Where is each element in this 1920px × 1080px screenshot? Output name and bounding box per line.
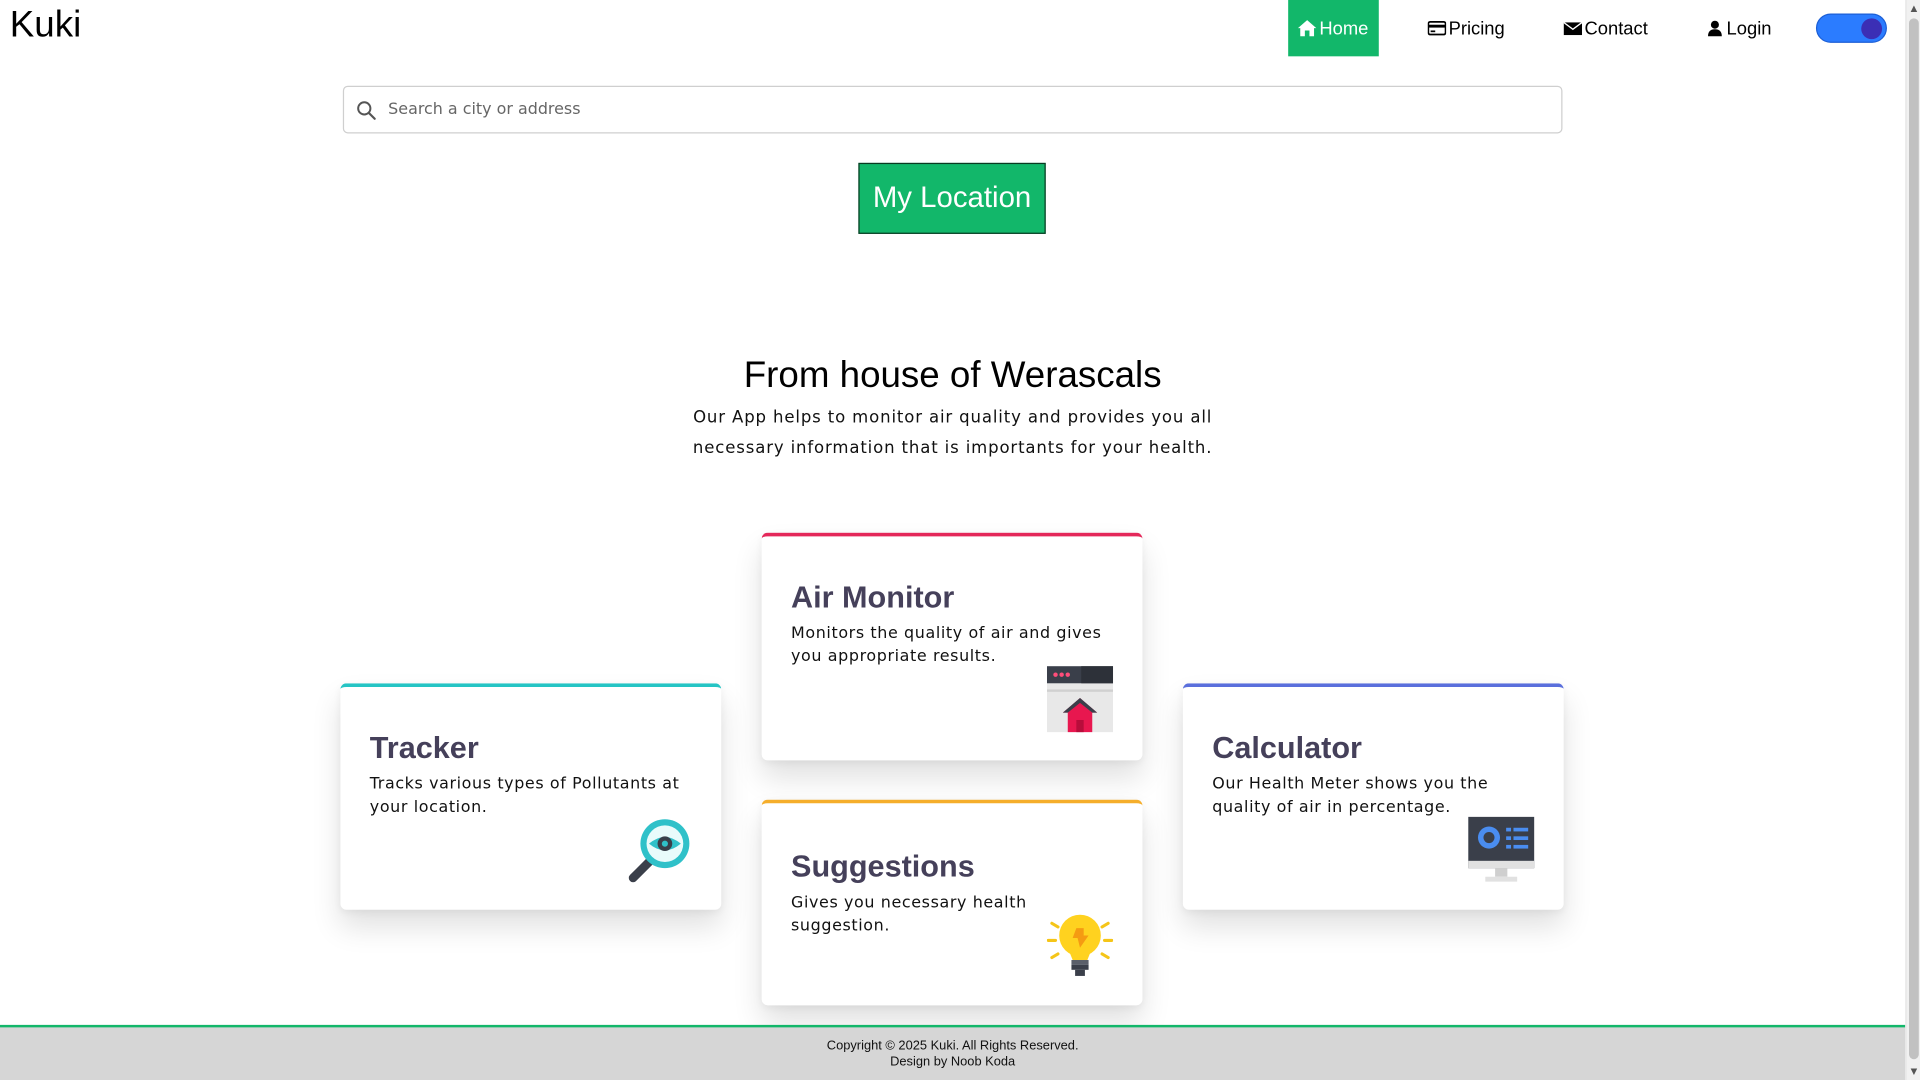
nav-contact-label: Contact xyxy=(1584,17,1648,39)
card-description: Monitors the quality of air and gives yo… xyxy=(791,624,1102,667)
card-title: Calculator xyxy=(1212,731,1362,766)
house-window-icon xyxy=(1046,666,1114,733)
scroll-down-arrow-icon[interactable]: ▼ xyxy=(1907,1063,1920,1080)
card-description: Our Health Meter shows you the quality o… xyxy=(1212,775,1489,817)
monitor-dashboard-icon xyxy=(1468,816,1535,882)
brand-logo[interactable]: Kuki xyxy=(10,5,81,47)
envelope-icon xyxy=(1563,21,1583,36)
nav-login[interactable]: Login xyxy=(1706,0,1772,56)
toggle-knob xyxy=(1861,18,1883,40)
app-stage: Kuki Home Pricing Contact Login My Locat… xyxy=(0,0,1920,1080)
card-description: Tracks various types of Pollutants at yo… xyxy=(369,775,680,817)
theme-toggle[interactable] xyxy=(1815,13,1887,43)
hero-description: Our App helps to monitor air quality and… xyxy=(692,407,1213,458)
footer-credit: Design by Noob Koda xyxy=(890,1054,1016,1069)
card-tracker[interactable]: Tracker Tracks various types of Pollutan… xyxy=(340,683,722,910)
page: Kuki Home Pricing Contact Login My Locat… xyxy=(0,0,1906,1080)
nav-home-label: Home xyxy=(1319,17,1369,39)
credit-card-icon xyxy=(1427,20,1447,36)
scroll-up-arrow-icon[interactable]: ▲ xyxy=(1907,0,1920,17)
magnifier-eye-icon xyxy=(628,819,690,883)
search-icon xyxy=(357,100,376,120)
nav-login-label: Login xyxy=(1726,17,1772,39)
lightbulb-icon xyxy=(1046,914,1114,976)
user-icon xyxy=(1708,20,1722,37)
nav-pricing-label: Pricing xyxy=(1448,17,1505,39)
nav-home[interactable]: Home xyxy=(1288,0,1379,57)
nav-pricing[interactable]: Pricing xyxy=(1427,0,1505,56)
card-title: Air Monitor xyxy=(791,580,955,615)
card-air-monitor[interactable]: Air Monitor Monitors the quality of air … xyxy=(761,532,1143,761)
vertical-scrollbar[interactable]: ▲ ▼ xyxy=(1905,0,1920,1080)
nav-contact[interactable]: Contact xyxy=(1563,0,1648,56)
footer-copyright: Copyright © 2025 Kuki. All Rights Reserv… xyxy=(826,1038,1079,1054)
scrollbar-thumb[interactable] xyxy=(1908,18,1919,1060)
card-title: Suggestions xyxy=(791,849,975,885)
hero-title: From house of Werascals xyxy=(743,355,1162,396)
my-location-button[interactable]: My Location xyxy=(858,162,1046,234)
card-calculator[interactable]: Calculator Our Health Meter shows you th… xyxy=(1182,683,1564,910)
card-title: Tracker xyxy=(369,731,479,766)
search-input[interactable] xyxy=(385,99,1488,121)
footer: Copyright © 2025 Kuki. All Rights Reserv… xyxy=(0,1024,1906,1080)
search-bar[interactable] xyxy=(342,85,1563,134)
card-suggestions[interactable]: Suggestions Gives you necessary health s… xyxy=(761,799,1143,1006)
home-icon xyxy=(1298,20,1317,37)
